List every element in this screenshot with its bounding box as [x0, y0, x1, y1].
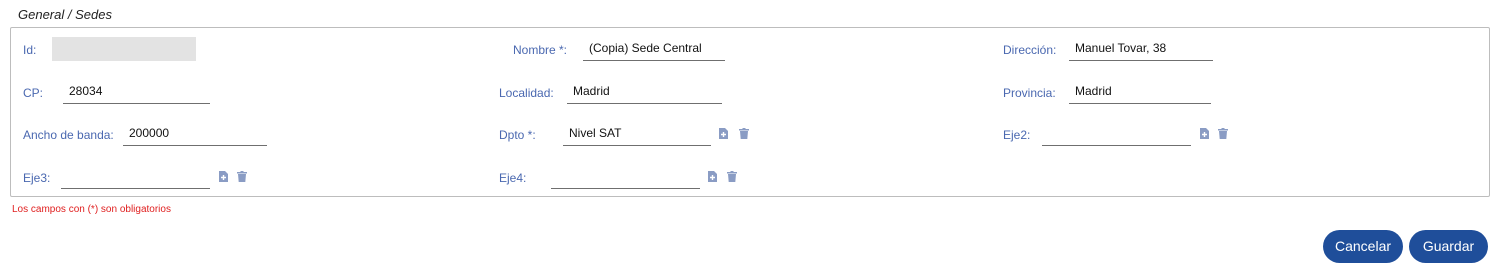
- field-cp: CP: 28034: [23, 80, 223, 108]
- direccion-label: Dirección:: [1003, 43, 1057, 57]
- field-id: Id:: [23, 37, 223, 65]
- dpto-label: Dpto *:: [499, 128, 536, 142]
- eje3-add-icon[interactable]: [219, 171, 229, 182]
- required-fields-note: Los campos con (*) son obligatorios: [12, 204, 171, 215]
- form-panel: Id: Nombre *: (Copia) Sede Central Direc…: [10, 27, 1490, 197]
- dpto-delete-icon[interactable]: [739, 128, 749, 139]
- field-eje3: Eje3:: [23, 165, 283, 193]
- eje2-label: Eje2:: [1003, 128, 1031, 142]
- eje2-delete-icon[interactable]: [1218, 128, 1228, 139]
- eje3-label: Eje3:: [23, 171, 51, 185]
- field-direccion: Dirección: Manuel Tovar, 38: [1003, 37, 1243, 65]
- field-provincia: Provincia: Madrid: [1003, 80, 1243, 108]
- dpto-input[interactable]: Nivel SAT: [563, 122, 711, 146]
- cp-input[interactable]: 28034: [63, 80, 210, 104]
- localidad-label: Localidad:: [499, 86, 554, 100]
- eje4-label: Eje4:: [499, 171, 527, 185]
- localidad-input[interactable]: Madrid: [567, 80, 722, 104]
- dpto-add-icon[interactable]: [719, 128, 729, 139]
- provincia-label: Provincia:: [1003, 86, 1056, 100]
- eje4-input[interactable]: [551, 165, 700, 189]
- direccion-input[interactable]: Manuel Tovar, 38: [1069, 37, 1213, 61]
- field-ancho-banda: Ancho de banda: 200000: [23, 122, 283, 150]
- eje4-add-icon[interactable]: [708, 171, 718, 182]
- id-label: Id:: [23, 43, 37, 57]
- eje2-input[interactable]: [1042, 122, 1191, 146]
- eje2-add-icon[interactable]: [1200, 128, 1210, 139]
- cp-label: CP:: [23, 86, 44, 100]
- ancho-banda-label: Ancho de banda:: [23, 128, 114, 142]
- field-eje2: Eje2:: [1003, 122, 1263, 150]
- field-eje4: Eje4:: [499, 165, 759, 193]
- id-input: [52, 37, 196, 61]
- field-nombre: Nombre *: (Copia) Sede Central: [513, 37, 753, 65]
- ancho-banda-input[interactable]: 200000: [123, 122, 267, 146]
- field-localidad: Localidad: Madrid: [499, 80, 739, 108]
- page: General / Sedes Id: Nombre *: (Copia) Se…: [0, 0, 1500, 270]
- nombre-label: Nombre *:: [513, 43, 568, 57]
- eje4-delete-icon[interactable]: [727, 171, 737, 182]
- eje3-delete-icon[interactable]: [237, 171, 247, 182]
- nombre-input[interactable]: (Copia) Sede Central: [583, 37, 725, 61]
- save-button[interactable]: Guardar: [1409, 230, 1488, 263]
- cancel-button[interactable]: Cancelar: [1323, 230, 1403, 263]
- breadcrumb: General / Sedes: [18, 7, 112, 22]
- eje3-input[interactable]: [61, 165, 210, 189]
- field-dpto: Dpto *: Nivel SAT: [499, 122, 759, 150]
- provincia-input[interactable]: Madrid: [1069, 80, 1211, 104]
